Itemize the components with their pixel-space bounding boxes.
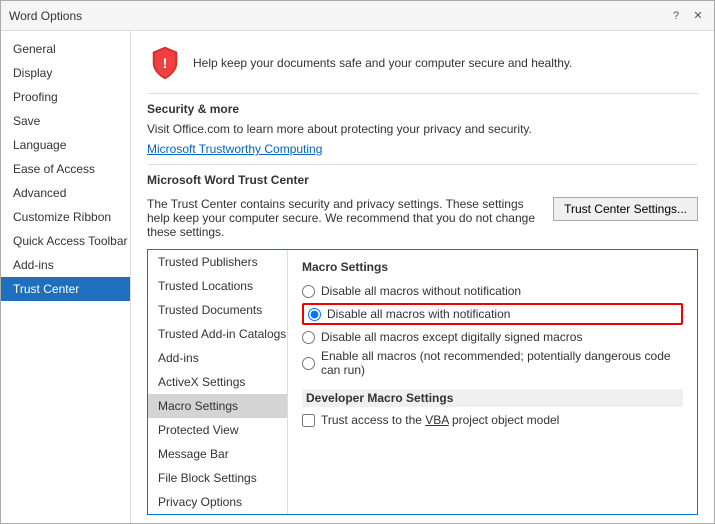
- sidebar-item-trust-center[interactable]: Trust Center: [1, 277, 130, 301]
- macro-radio-3[interactable]: [302, 331, 315, 344]
- macro-radio-4[interactable]: [302, 357, 315, 370]
- title-bar: Word Options ? ✕: [1, 1, 714, 31]
- divider-1: [147, 93, 698, 94]
- macro-option-2-label: Disable all macros with notification: [327, 307, 510, 321]
- sidebar-item-advanced[interactable]: Advanced: [1, 181, 130, 205]
- vba-checkbox[interactable]: [302, 414, 315, 427]
- tc-trusted-addin-catalogs[interactable]: Trusted Add-in Catalogs: [148, 322, 287, 346]
- trust-center-body: The Trust Center contains security and p…: [147, 197, 553, 239]
- main-content: ! Help keep your documents safe and your…: [131, 31, 714, 523]
- security-label: Security & more: [147, 102, 698, 116]
- header-section: ! Help keep your documents safe and your…: [147, 45, 698, 81]
- sidebar-item-quick-access-toolbar[interactable]: Quick Access Toolbar: [1, 229, 130, 253]
- shield-icon: !: [147, 45, 183, 81]
- macro-radio-2[interactable]: [308, 308, 321, 321]
- sidebar-item-language[interactable]: Language: [1, 133, 130, 157]
- tc-trusted-publishers[interactable]: Trusted Publishers: [148, 250, 287, 274]
- header-text: Help keep your documents safe and your c…: [193, 56, 572, 70]
- window-body: General Display Proofing Save Language E…: [1, 31, 714, 523]
- tc-trusted-locations[interactable]: Trusted Locations: [148, 274, 287, 298]
- tc-protected-view[interactable]: Protected View: [148, 418, 287, 442]
- tc-macro-settings[interactable]: Macro Settings: [148, 394, 287, 418]
- trust-center-section: Microsoft Word Trust Center The Trust Ce…: [147, 173, 698, 239]
- macro-radio-1[interactable]: [302, 285, 315, 298]
- window-title: Word Options: [9, 9, 82, 23]
- vba-checkbox-item: Trust access to the VBA project object m…: [302, 413, 683, 427]
- developer-macro-label: Developer Macro Settings: [306, 391, 453, 407]
- security-body: Visit Office.com to learn more about pro…: [147, 122, 698, 136]
- svg-text:!: !: [163, 55, 168, 71]
- sidebar-item-ease-of-access[interactable]: Ease of Access: [1, 157, 130, 181]
- sidebar-item-customize-ribbon[interactable]: Customize Ribbon: [1, 205, 130, 229]
- tc-file-block-settings[interactable]: File Block Settings: [148, 466, 287, 490]
- sidebar-item-proofing[interactable]: Proofing: [1, 85, 130, 109]
- sidebar: General Display Proofing Save Language E…: [1, 31, 131, 523]
- word-options-window: Word Options ? ✕ General Display Proofin…: [0, 0, 715, 524]
- tc-activex-settings[interactable]: ActiveX Settings: [148, 370, 287, 394]
- macro-option-1: Disable all macros without notification: [302, 284, 683, 298]
- tc-trusted-documents[interactable]: Trusted Documents: [148, 298, 287, 322]
- trust-center-settings-button[interactable]: Trust Center Settings...: [553, 197, 698, 221]
- vba-underline: VBA: [425, 413, 448, 427]
- trustworthy-computing-link[interactable]: Microsoft Trustworthy Computing: [147, 142, 322, 156]
- macro-radio-group: Disable all macros without notification …: [302, 284, 683, 377]
- security-section: Security & more Visit Office.com to lear…: [147, 102, 698, 156]
- macro-option-3-label: Disable all macros except digitally sign…: [321, 330, 582, 344]
- tc-privacy-options[interactable]: Privacy Options: [148, 490, 287, 514]
- sidebar-item-add-ins[interactable]: Add-ins: [1, 253, 130, 277]
- trust-center-panel: Trusted Publishers Trusted Locations Tru…: [147, 249, 698, 515]
- divider-2: [147, 164, 698, 165]
- macro-settings-label: Macro Settings: [302, 260, 683, 276]
- vba-label: Trust access to the VBA project object m…: [321, 413, 559, 427]
- help-button[interactable]: ?: [668, 8, 684, 24]
- macro-option-1-label: Disable all macros without notification: [321, 284, 521, 298]
- trust-center-label: Microsoft Word Trust Center: [147, 173, 698, 187]
- sidebar-item-general[interactable]: General: [1, 37, 130, 61]
- macro-option-3: Disable all macros except digitally sign…: [302, 330, 683, 344]
- macro-option-4: Enable all macros (not recommended; pote…: [302, 349, 683, 377]
- tc-content: Macro Settings Disable all macros withou…: [288, 250, 697, 514]
- sidebar-item-display[interactable]: Display: [1, 61, 130, 85]
- tc-message-bar[interactable]: Message Bar: [148, 442, 287, 466]
- close-button[interactable]: ✕: [690, 8, 706, 24]
- title-bar-controls: ? ✕: [668, 8, 706, 24]
- macro-option-4-label: Enable all macros (not recommended; pote…: [321, 349, 683, 377]
- sidebar-item-save[interactable]: Save: [1, 109, 130, 133]
- developer-section: Developer Macro Settings Trust access to…: [302, 389, 683, 427]
- trust-center-header: The Trust Center contains security and p…: [147, 197, 698, 239]
- tc-add-ins[interactable]: Add-ins: [148, 346, 287, 370]
- tc-sidebar: Trusted Publishers Trusted Locations Tru…: [148, 250, 288, 514]
- macro-option-2: Disable all macros with notification: [302, 303, 683, 325]
